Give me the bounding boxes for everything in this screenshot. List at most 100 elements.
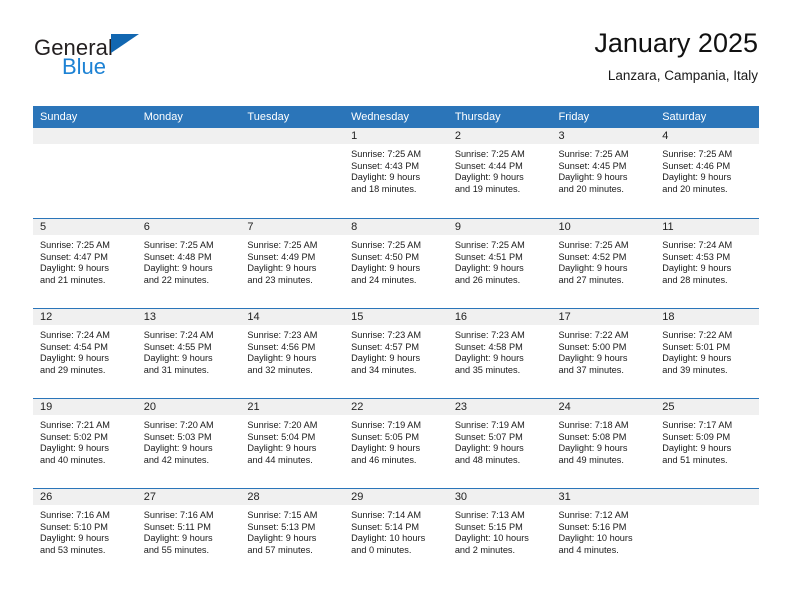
calendar-day-cell[interactable]: 14 Sunrise: 7:23 AM Sunset: 4:56 PM Dayligh…	[240, 308, 345, 398]
weekday-header-wednesday: Wednesday	[344, 106, 448, 128]
day-number: 9	[447, 219, 552, 235]
calendar-day-cell[interactable]: 20 Sunrise: 7:20 AM Sunset: 5:03 PM Dayligh…	[136, 398, 241, 488]
calendar-day-cell[interactable]: 25 Sunrise: 7:17 AM Sunset: 5:09 PM Dayligh…	[655, 398, 759, 488]
daylight-text: Daylight: 9 hours	[454, 353, 524, 364]
sunrise-text: Sunrise: 7:20 AM	[143, 420, 214, 430]
calendar-day-cell[interactable]	[33, 128, 137, 218]
sun-info: Sunrise: 7:15 AM Sunset: 5:13 PM Daylight:…	[240, 505, 344, 557]
sunset-text: Sunset: 5:09 PM	[662, 431, 731, 442]
sunset-text: Sunset: 4:43 PM	[351, 160, 420, 171]
weekday-header-thursday: Thursday	[447, 106, 552, 128]
calendar-day-cell[interactable]: 10 Sunrise: 7:25 AM Sunset: 4:52 PM Dayligh…	[551, 218, 656, 308]
calendar-day-cell[interactable]: 28 Sunrise: 7:15 AM Sunset: 5:13 PM Dayligh…	[240, 488, 345, 578]
daylight-text: and 37 minutes.	[558, 365, 624, 376]
sun-info: Sunrise: 7:18 AM Sunset: 5:08 PM Daylight:…	[552, 415, 656, 467]
day-cell-content: 8 Sunrise: 7:25 AM Sunset: 4:50 PM Daylight…	[344, 218, 448, 308]
daylight-text: and 22 minutes.	[143, 275, 210, 286]
daylight-text: Daylight: 9 hours	[143, 263, 213, 274]
calendar-day-cell[interactable]: 7 Sunrise: 7:25 AM Sunset: 4:49 PM Daylight…	[240, 218, 345, 308]
calendar-day-cell[interactable]: 29 Sunrise: 7:14 AM Sunset: 5:14 PM Dayligh…	[344, 488, 448, 578]
sun-info: Sunrise: 7:24 AM Sunset: 4:55 PM Daylight:…	[137, 325, 241, 377]
calendar-day-cell[interactable]: 27 Sunrise: 7:16 AM Sunset: 5:11 PM Dayligh…	[136, 488, 241, 578]
calendar-day-cell[interactable]	[240, 128, 345, 218]
daylight-text: Daylight: 9 hours	[558, 353, 628, 364]
day-number: 19	[33, 399, 137, 415]
sunrise-text: Sunrise: 7:14 AM	[351, 510, 422, 520]
sunset-text: Sunset: 4:44 PM	[454, 160, 523, 171]
sunrise-text: Sunrise: 7:21 AM	[40, 420, 110, 430]
sunset-text: Sunset: 4:50 PM	[351, 251, 420, 262]
calendar-day-cell[interactable]: 2 Sunrise: 7:25 AM Sunset: 4:44 PM Daylight…	[447, 128, 552, 218]
sun-info: Sunrise: 7:14 AM Sunset: 5:14 PM Daylight:…	[344, 505, 448, 557]
calendar-week-row: 5 Sunrise: 7:25 AM Sunset: 4:47 PM Daylight…	[33, 218, 759, 308]
calendar-day-cell[interactable]	[136, 128, 241, 218]
day-cell-content: 4 Sunrise: 7:25 AM Sunset: 4:46 PM Daylight…	[655, 128, 759, 218]
day-number: 14	[240, 309, 345, 325]
calendar-day-cell[interactable]: 6 Sunrise: 7:25 AM Sunset: 4:48 PM Daylight…	[136, 218, 241, 308]
calendar-day-cell[interactable]: 13 Sunrise: 7:24 AM Sunset: 4:55 PM Dayligh…	[136, 308, 241, 398]
day-cell-content: 3 Sunrise: 7:25 AM Sunset: 4:45 PM Daylight…	[551, 128, 656, 218]
weekday-header-saturday: Saturday	[655, 106, 759, 128]
generalblue-logo[interactable]: General Blue	[34, 34, 294, 90]
calendar-day-cell[interactable]: 1 Sunrise: 7:25 AM Sunset: 4:43 PM Daylight…	[344, 128, 448, 218]
day-cell-content: 18 Sunrise: 7:22 AM Sunset: 5:01 PM Dayligh…	[655, 308, 759, 398]
daylight-text: and 26 minutes.	[454, 275, 521, 286]
day-cell-empty	[240, 128, 345, 218]
day-number	[136, 128, 241, 144]
calendar-day-cell[interactable]: 8 Sunrise: 7:25 AM Sunset: 4:50 PM Daylight…	[344, 218, 448, 308]
sunrise-text: Sunrise: 7:24 AM	[40, 330, 110, 340]
calendar-day-cell[interactable]: 11 Sunrise: 7:24 AM Sunset: 4:53 PM Dayligh…	[655, 218, 759, 308]
calendar-day-cell[interactable]: 24 Sunrise: 7:18 AM Sunset: 5:08 PM Dayligh…	[551, 398, 656, 488]
sunrise-text: Sunrise: 7:25 AM	[143, 240, 214, 250]
sun-info: Sunrise: 7:25 AM Sunset: 4:44 PM Daylight:…	[448, 144, 552, 196]
sunrise-text: Sunrise: 7:16 AM	[143, 510, 214, 520]
sunset-text: Sunset: 5:10 PM	[40, 521, 108, 532]
day-number: 11	[655, 219, 759, 235]
day-number: 10	[551, 219, 656, 235]
sunrise-text: Sunrise: 7:17 AM	[662, 420, 733, 430]
sunrise-text: Sunrise: 7:15 AM	[247, 510, 318, 520]
daylight-text: and 34 minutes.	[351, 365, 417, 376]
day-cell-content: 30 Sunrise: 7:13 AM Sunset: 5:15 PM Dayligh…	[447, 488, 552, 578]
calendar-day-cell[interactable]: 16 Sunrise: 7:23 AM Sunset: 4:58 PM Dayligh…	[447, 308, 552, 398]
daylight-text: Daylight: 9 hours	[143, 353, 213, 364]
calendar-day-cell[interactable]: 23 Sunrise: 7:19 AM Sunset: 5:07 PM Dayligh…	[447, 398, 552, 488]
calendar-day-cell[interactable]: 19 Sunrise: 7:21 AM Sunset: 5:02 PM Dayligh…	[33, 398, 137, 488]
sunrise-text: Sunrise: 7:13 AM	[454, 510, 525, 520]
calendar-day-cell[interactable]	[655, 488, 759, 578]
calendar-day-cell[interactable]: 30 Sunrise: 7:13 AM Sunset: 5:15 PM Dayligh…	[447, 488, 552, 578]
sunrise-text: Sunrise: 7:25 AM	[454, 149, 525, 159]
calendar-day-cell[interactable]: 18 Sunrise: 7:22 AM Sunset: 5:01 PM Dayligh…	[655, 308, 759, 398]
calendar-day-cell[interactable]: 15 Sunrise: 7:23 AM Sunset: 4:57 PM Dayligh…	[344, 308, 448, 398]
calendar-day-cell[interactable]: 5 Sunrise: 7:25 AM Sunset: 4:47 PM Daylight…	[33, 218, 137, 308]
daylight-text: and 44 minutes.	[247, 455, 313, 466]
daylight-text: Daylight: 9 hours	[40, 533, 109, 544]
calendar-day-cell[interactable]: 26 Sunrise: 7:16 AM Sunset: 5:10 PM Dayligh…	[33, 488, 137, 578]
day-cell-content: 6 Sunrise: 7:25 AM Sunset: 4:48 PM Daylight…	[136, 218, 241, 308]
day-number: 25	[655, 399, 759, 415]
sunset-text: Sunset: 5:05 PM	[351, 431, 420, 442]
sunset-text: Sunset: 5:00 PM	[558, 341, 627, 352]
daylight-text: and 21 minutes.	[40, 275, 106, 286]
day-cell-content: 21 Sunrise: 7:20 AM Sunset: 5:04 PM Dayligh…	[240, 398, 345, 488]
triangle-icon	[110, 34, 139, 53]
day-cell-content: 14 Sunrise: 7:23 AM Sunset: 4:56 PM Dayligh…	[240, 308, 345, 398]
calendar-day-cell[interactable]: 17 Sunrise: 7:22 AM Sunset: 5:00 PM Dayligh…	[551, 308, 656, 398]
calendar-week-row: 1 Sunrise: 7:25 AM Sunset: 4:43 PM Daylight…	[33, 128, 759, 218]
daylight-text: and 53 minutes.	[40, 545, 106, 556]
logo-text-general: General	[34, 35, 113, 60]
daylight-text: and 57 minutes.	[247, 545, 313, 556]
sunrise-text: Sunrise: 7:24 AM	[662, 240, 733, 250]
sunrise-text: Sunrise: 7:22 AM	[558, 330, 629, 340]
calendar-day-cell[interactable]: 31 Sunrise: 7:12 AM Sunset: 5:16 PM Dayligh…	[551, 488, 656, 578]
calendar-day-cell[interactable]: 3 Sunrise: 7:25 AM Sunset: 4:45 PM Daylight…	[551, 128, 656, 218]
page-header: General Blue January 2025 Lanzara, Campa…	[34, 26, 758, 98]
day-cell-content: 20 Sunrise: 7:20 AM Sunset: 5:03 PM Dayligh…	[136, 398, 241, 488]
calendar-day-cell[interactable]: 12 Sunrise: 7:24 AM Sunset: 4:54 PM Dayligh…	[33, 308, 137, 398]
calendar-day-cell[interactable]: 22 Sunrise: 7:19 AM Sunset: 5:05 PM Dayligh…	[344, 398, 448, 488]
daylight-text: Daylight: 9 hours	[351, 353, 421, 364]
calendar-day-cell[interactable]: 21 Sunrise: 7:20 AM Sunset: 5:04 PM Dayligh…	[240, 398, 345, 488]
calendar-day-cell[interactable]: 9 Sunrise: 7:25 AM Sunset: 4:51 PM Daylight…	[447, 218, 552, 308]
day-number: 17	[551, 309, 656, 325]
calendar-day-cell[interactable]: 4 Sunrise: 7:25 AM Sunset: 4:46 PM Daylight…	[655, 128, 759, 218]
